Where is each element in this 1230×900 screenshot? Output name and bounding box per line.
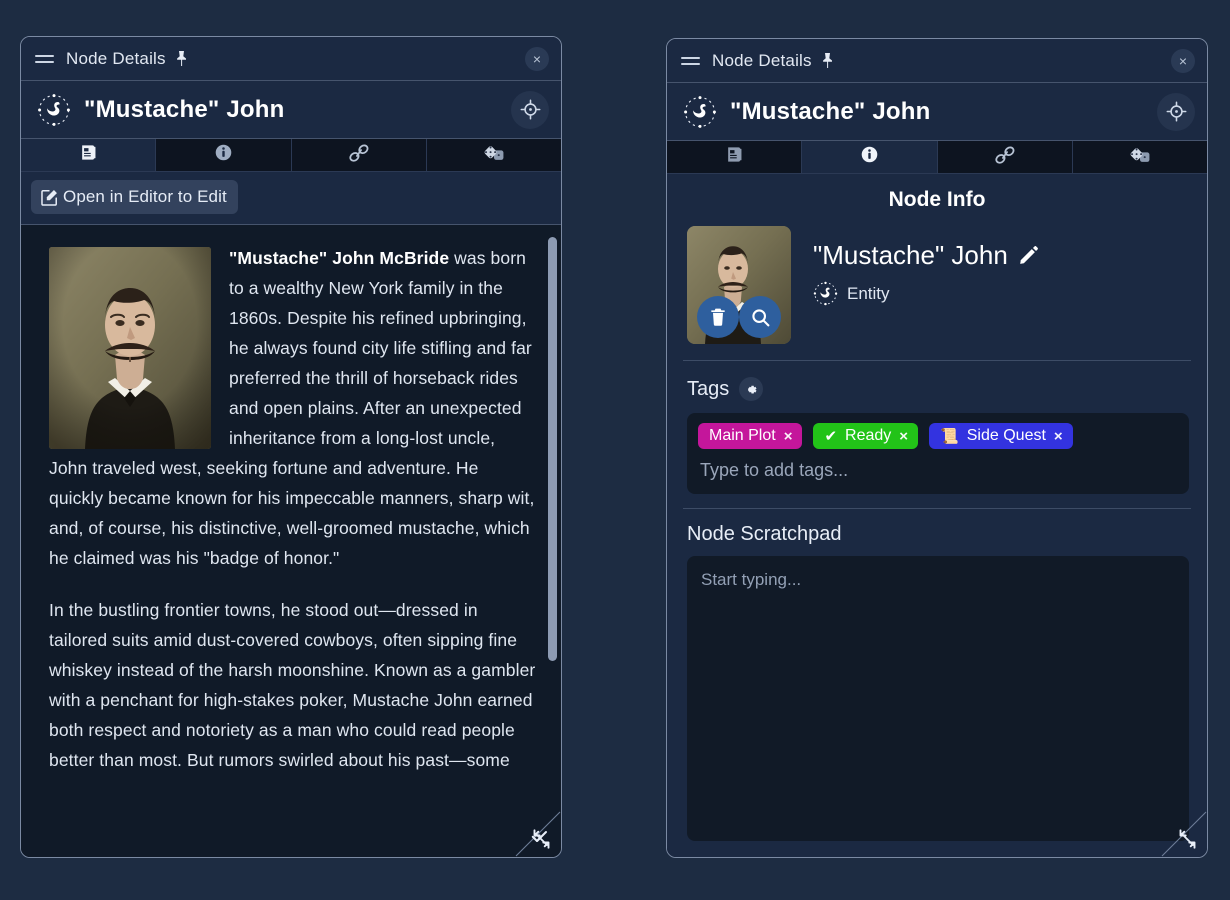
tag-chip-row: Main Plot × ✔ Ready × 📜 Side Quest ×	[698, 423, 1178, 449]
tags-header: Tags	[687, 377, 1189, 401]
tab-dice[interactable]	[1073, 141, 1207, 173]
open-in-editor-label: Open in Editor to Edit	[63, 187, 227, 206]
diagonal-resize-icon[interactable]	[515, 811, 561, 857]
hamburger-drag-icon[interactable]	[35, 54, 54, 63]
node-identity-row: "Mustache" John Entity	[683, 226, 1191, 361]
tab-document[interactable]	[21, 139, 157, 171]
node-info-pane: Node Info "Mustache" John Entity Tags Ma…	[667, 174, 1207, 857]
pencil-square-icon	[40, 188, 59, 207]
tab-dice[interactable]	[427, 139, 561, 171]
tab-bar[interactable]	[667, 141, 1207, 174]
scroll-icon: 📜	[940, 427, 959, 445]
window-title: Node Details	[66, 48, 166, 68]
node-name-row: "Mustache" John	[813, 240, 1039, 271]
tag-label: Main Plot	[709, 427, 776, 444]
close-icon[interactable]: ×	[1171, 48, 1195, 73]
node-name: "Mustache" John	[813, 240, 1008, 270]
tag-remove-icon[interactable]: ×	[784, 429, 793, 444]
node-identity-column: "Mustache" John Entity	[813, 226, 1039, 306]
document-lead: "Mustache" John McBride	[229, 248, 450, 268]
gear-icon[interactable]	[739, 377, 764, 401]
link-chain-icon	[994, 145, 1016, 170]
open-in-editor-button[interactable]: Open in Editor to Edit	[31, 180, 238, 214]
dice-icon	[1128, 145, 1152, 170]
tab-info[interactable]	[802, 141, 938, 173]
window-title: Node Details	[712, 50, 812, 70]
pin-icon[interactable]	[821, 52, 834, 69]
node-type-row: Entity	[813, 281, 1039, 306]
swan-constellation-icon	[37, 93, 71, 127]
pin-icon[interactable]	[175, 50, 188, 67]
tag-remove-icon[interactable]: ×	[899, 429, 908, 444]
document-book-icon	[79, 143, 98, 167]
hamburger-drag-icon[interactable]	[681, 56, 700, 65]
window-titlebar[interactable]: Node Details ×	[667, 39, 1207, 83]
info-circle-icon	[215, 144, 232, 166]
scratchpad-textarea[interactable]	[687, 556, 1189, 841]
tab-links[interactable]	[292, 139, 427, 171]
tab-document[interactable]	[667, 141, 803, 173]
trash-icon[interactable]	[697, 296, 739, 338]
scratchpad-title: Node Scratchpad	[687, 523, 842, 545]
tag-remove-icon[interactable]: ×	[1054, 429, 1063, 444]
tags-section: Tags Main Plot × ✔ Ready × 📜 Side Quest …	[683, 361, 1191, 509]
pencil-icon[interactable]	[1018, 245, 1039, 266]
node-details-window-left[interactable]: Node Details × "Mustache" John Open in E…	[20, 36, 562, 858]
thumbnail-actions[interactable]	[687, 296, 791, 338]
node-header: "Mustache" John	[667, 83, 1207, 141]
info-circle-icon	[861, 146, 878, 168]
tag-chip-side-quest[interactable]: 📜 Side Quest ×	[929, 423, 1073, 449]
link-chain-icon	[348, 143, 370, 168]
document-paragraph: In the bustling frontier towns, he stood…	[49, 595, 537, 775]
document-book-icon	[725, 145, 744, 169]
tag-chip-ready[interactable]: ✔ Ready ×	[813, 423, 919, 449]
diagonal-resize-icon[interactable]	[1161, 811, 1207, 857]
magnifier-icon[interactable]	[739, 296, 781, 338]
check-icon: ✔	[824, 427, 838, 445]
node-details-window-right[interactable]: Node Details × "Mustache" John Node Info…	[666, 38, 1208, 858]
document-scrollbar-thumb[interactable]	[548, 237, 557, 661]
node-thumbnail[interactable]	[687, 226, 791, 344]
swan-constellation-icon	[683, 95, 717, 129]
document-toolbar: Open in Editor to Edit	[21, 172, 561, 225]
tab-bar[interactable]	[21, 139, 561, 172]
node-info-heading: Node Info	[888, 188, 986, 211]
tag-label: Side Quest	[966, 427, 1046, 444]
document-paragraph-text: In the bustling frontier towns, he stood…	[49, 600, 536, 770]
window-titlebar[interactable]: Node Details ×	[21, 37, 561, 81]
crosshair-target-icon[interactable]	[1157, 92, 1195, 131]
tag-label: Ready	[845, 427, 892, 444]
dice-icon	[482, 143, 506, 168]
crosshair-target-icon[interactable]	[511, 90, 549, 129]
scratchpad-section: Node Scratchpad	[683, 509, 1191, 857]
tab-links[interactable]	[938, 141, 1073, 173]
close-icon[interactable]: ×	[525, 46, 549, 71]
tag-input-box[interactable]: Main Plot × ✔ Ready × 📜 Side Quest ×	[687, 413, 1189, 494]
node-title: "Mustache" John	[84, 95, 285, 123]
document-body: "Mustache" John McBride was born to a we…	[49, 243, 537, 775]
node-type-label: Entity	[847, 283, 890, 303]
document-scroll-area[interactable]: "Mustache" John McBride was born to a we…	[21, 225, 561, 857]
tab-info[interactable]	[156, 139, 292, 171]
swan-constellation-icon	[813, 281, 838, 306]
portrait-image	[49, 247, 211, 449]
node-title: "Mustache" John	[730, 97, 931, 125]
tags-title: Tags	[687, 377, 730, 400]
tag-chip-main-plot[interactable]: Main Plot ×	[698, 423, 803, 449]
node-header: "Mustache" John	[21, 81, 561, 139]
tag-input[interactable]	[698, 458, 1180, 483]
